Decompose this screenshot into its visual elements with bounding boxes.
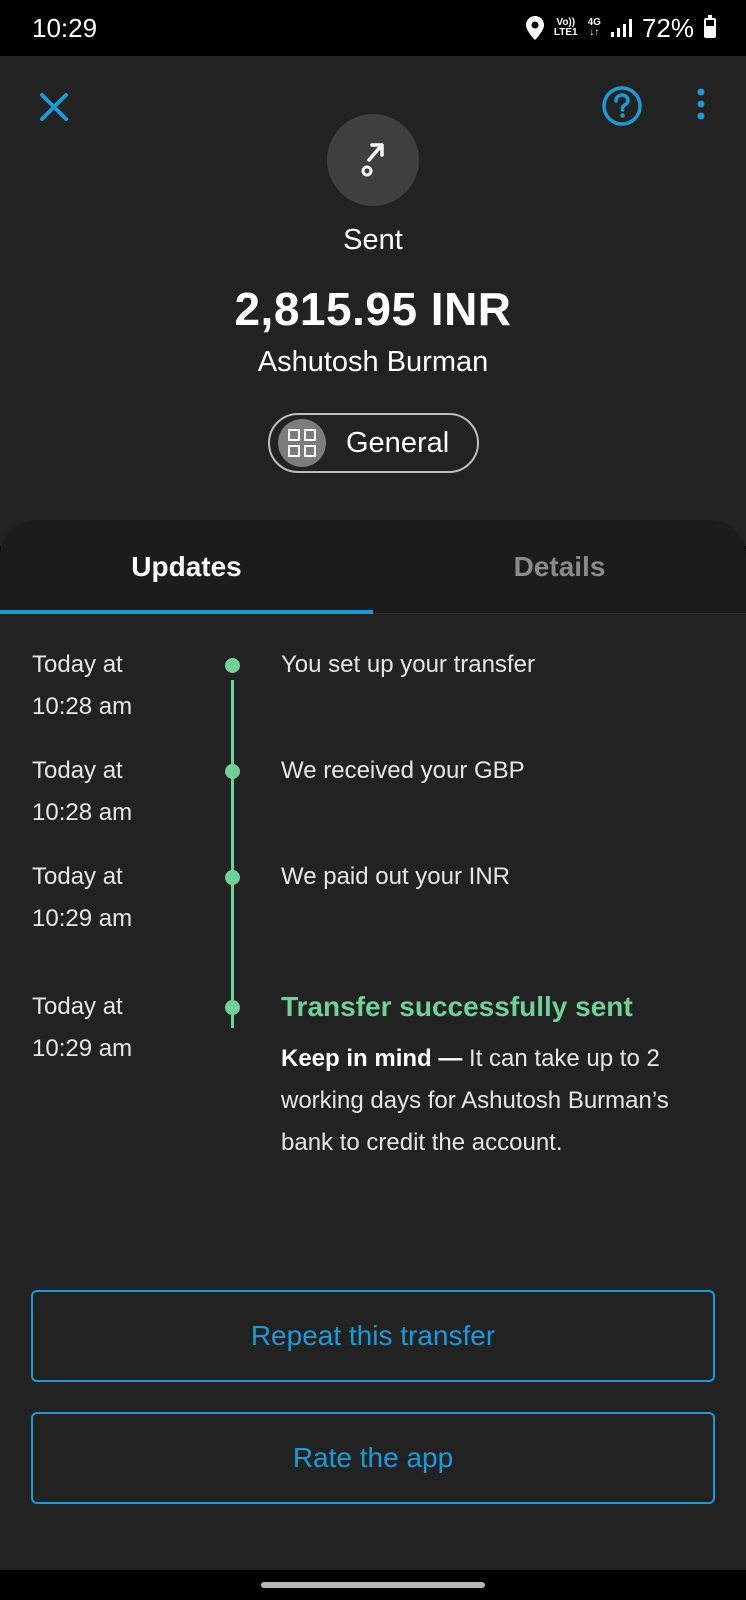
category-grid-icon bbox=[278, 419, 326, 467]
timeline-time: Today at 10:29 am bbox=[32, 993, 133, 1062]
close-button[interactable] bbox=[36, 89, 72, 125]
network-type-indicator: 4G ↓↑ bbox=[587, 17, 601, 38]
transfer-header: Sent 2,815.95 INR Ashutosh Burman Genera… bbox=[0, 56, 746, 546]
status-icons: Vo)) LTE1 4G ↓↑ 72% bbox=[525, 12, 716, 44]
sent-status-icon bbox=[327, 114, 419, 206]
tab-bar: Updates Details bbox=[0, 520, 746, 614]
timeline-success-event: Transfer successfully sent bbox=[281, 991, 633, 1022]
timeline-event: You set up your transfer bbox=[281, 651, 535, 678]
timeline-time: Today at 10:28 am bbox=[32, 651, 133, 720]
timeline-time: Today at 10:28 am bbox=[32, 757, 133, 826]
transfer-card: Updates Details Today at 10:28 am You se… bbox=[0, 520, 746, 1570]
transfer-amount: 2,815.95 INR bbox=[234, 283, 512, 335]
transfer-status-label: Sent bbox=[343, 224, 403, 256]
battery-percent: 72% bbox=[641, 12, 694, 43]
help-button[interactable] bbox=[600, 84, 644, 128]
home-gesture-handle[interactable] bbox=[261, 1582, 485, 1588]
sent-arrow-icon bbox=[361, 143, 384, 177]
battery-icon bbox=[704, 15, 716, 38]
close-icon bbox=[40, 93, 68, 121]
tab-updates[interactable]: Updates bbox=[0, 520, 373, 614]
timeline-note: Keep in mind — It can take up to 2 worki… bbox=[281, 1038, 681, 1164]
help-icon bbox=[602, 86, 642, 126]
data-arrows-icon: ↓↑ bbox=[589, 27, 600, 38]
timeline-dot bbox=[225, 764, 240, 779]
timeline-event: We received your GBP bbox=[281, 757, 525, 784]
signal-icon bbox=[610, 19, 632, 37]
category-label: General bbox=[346, 426, 450, 459]
status-bar: 10:29 Vo)) LTE1 4G ↓↑ 72% bbox=[0, 0, 746, 56]
status-time: 10:29 bbox=[32, 12, 98, 43]
active-tab-indicator bbox=[0, 610, 373, 614]
note-emphasis: Keep in mind — bbox=[281, 1045, 463, 1072]
tab-details[interactable]: Details bbox=[373, 520, 746, 614]
system-nav-bar bbox=[0, 1570, 746, 1600]
repeat-transfer-button[interactable]: Repeat this transfer bbox=[31, 1290, 715, 1382]
category-button[interactable]: General bbox=[268, 413, 479, 473]
timeline-dot bbox=[225, 870, 240, 885]
more-vertical-icon bbox=[697, 88, 705, 120]
timeline-event: We paid out your INR bbox=[281, 863, 510, 890]
timeline-dot bbox=[225, 1000, 240, 1015]
rate-app-button[interactable]: Rate the app bbox=[31, 1412, 715, 1504]
timeline-line bbox=[231, 680, 234, 1028]
volte-indicator: Vo)) LTE1 bbox=[553, 17, 578, 38]
timeline-dot bbox=[225, 658, 240, 673]
timeline-time: Today at 10:29 am bbox=[32, 863, 133, 932]
location-icon bbox=[525, 16, 544, 40]
more-options-button[interactable] bbox=[686, 86, 716, 126]
recipient-name: Ashutosh Burman bbox=[257, 346, 489, 378]
